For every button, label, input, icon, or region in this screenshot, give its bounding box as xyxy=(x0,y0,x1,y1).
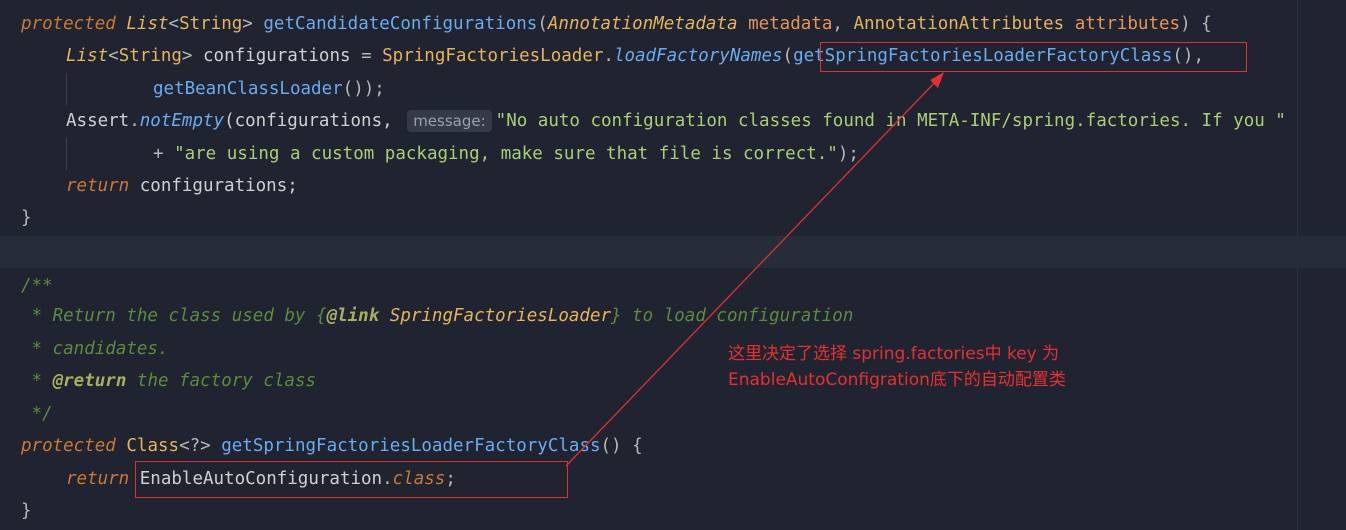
arrow-line xyxy=(565,75,942,467)
annotation-note-line-2: EnableAutoConfigration底下的自动配置类 xyxy=(728,370,1066,390)
annotation-note: 这里决定了选择 spring.factories中 key 为 EnableAu… xyxy=(728,341,1066,393)
annotation-note-line-1: 这里决定了选择 spring.factories中 key 为 xyxy=(728,344,1060,364)
annotation-arrow xyxy=(565,72,944,467)
